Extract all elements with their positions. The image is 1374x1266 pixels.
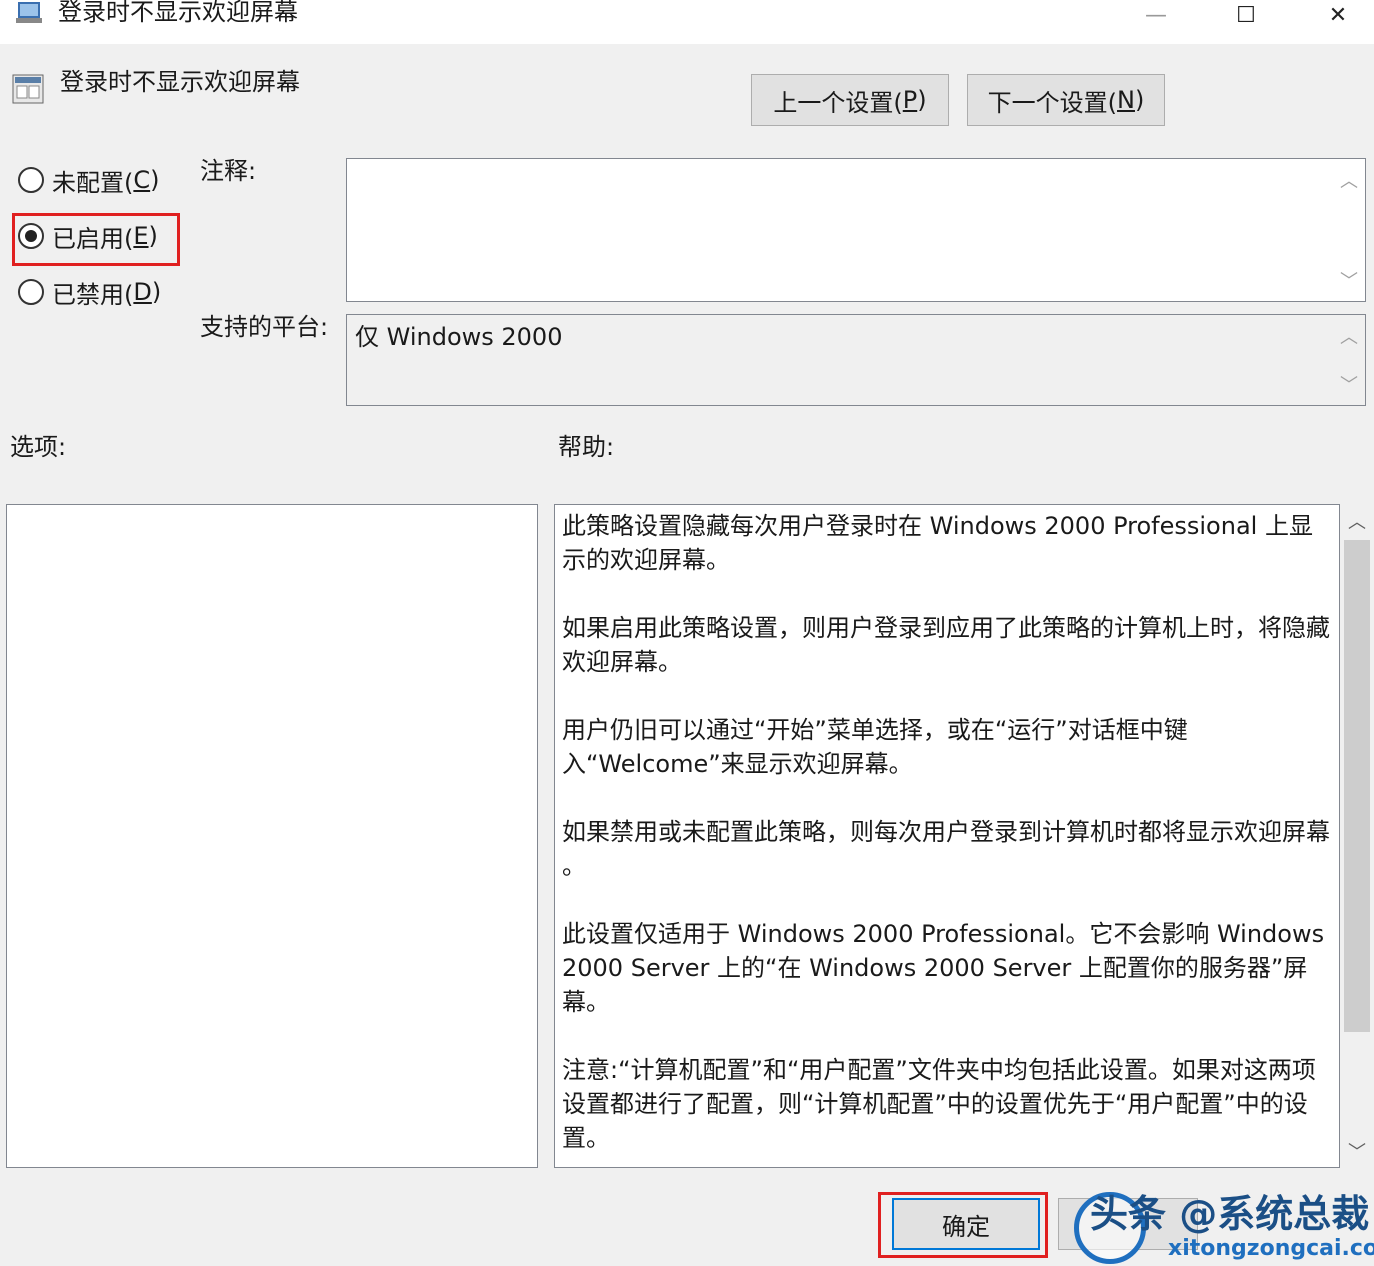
policy-setting-icon — [12, 74, 44, 104]
help-panel: 此策略设置隐藏每次用户登录时在 Windows 2000 Professiona… — [554, 504, 1340, 1168]
close-icon: ✕ — [1328, 2, 1348, 28]
ok-button-label: 确定 — [942, 1212, 990, 1241]
ok-button[interactable]: 确定 — [892, 1198, 1040, 1250]
scrollbar-thumb[interactable] — [1344, 540, 1370, 1032]
radio-circle[interactable] — [18, 167, 44, 193]
radio-enabled[interactable]: 已启用(E) — [18, 216, 158, 256]
radio-label-end: ) — [150, 166, 160, 194]
radio-dot — [25, 230, 37, 242]
comment-textarea[interactable]: ︿ ﹀ — [346, 158, 1366, 302]
next-setting-accesskey: N — [1117, 86, 1135, 114]
next-setting-button[interactable]: 下一个设置(N) — [967, 74, 1165, 126]
previous-setting-label-end: ) — [917, 86, 927, 114]
help-paragraph: 此设置仅适用于 Windows 2000 Professional。它不会影响 … — [562, 920, 1332, 1016]
maximize-icon: ☐ — [1236, 2, 1256, 28]
comment-label: 注释: — [200, 157, 257, 185]
previous-setting-label: 上一个设置( — [773, 88, 903, 117]
radio-label-end: ) — [148, 222, 158, 250]
radio-label: 已禁用( — [52, 280, 134, 309]
scroll-up-icon[interactable]: ︿ — [1342, 504, 1372, 538]
comment-scrollbar[interactable]: ︿ ﹀ — [1333, 159, 1365, 301]
help-label: 帮助: — [558, 433, 615, 461]
minimize-button[interactable]: — — [1110, 0, 1202, 30]
previous-setting-button[interactable]: 上一个设置(P) — [751, 74, 949, 126]
help-paragraph: 注意:“计算机配置”和“用户配置”文件夹中均包括此设置。如果对这两项设置都进行了… — [562, 1056, 1316, 1152]
radio-label: 已启用( — [52, 224, 134, 253]
window-title: 登录时不显示欢迎屏幕 — [58, 0, 298, 26]
watermark-text: 头条 @系统总裁 — [1090, 1192, 1370, 1236]
radio-accesskey: E — [133, 222, 149, 250]
platform-box: 仅 Windows 2000 ︿ ﹀ — [346, 314, 1366, 406]
radio-label: 未配置( — [52, 168, 134, 197]
help-paragraph: 此策略设置隐藏每次用户登录时在 Windows 2000 Professiona… — [562, 512, 1313, 574]
options-label: 选项: — [10, 433, 67, 461]
scroll-down-icon[interactable]: ﹀ — [1340, 371, 1358, 397]
help-scrollbar[interactable]: ︿ ﹀ — [1342, 504, 1372, 1168]
close-button[interactable]: ✕ — [1292, 0, 1374, 30]
next-setting-label-end: ) — [1134, 86, 1145, 114]
policy-app-icon — [16, 2, 42, 23]
policy-title: 登录时不显示欢迎屏幕 — [60, 68, 300, 96]
radio-accesskey: C — [133, 166, 151, 194]
maximize-button[interactable]: ☐ — [1200, 0, 1292, 30]
radio-accesskey: D — [133, 278, 152, 306]
help-paragraph: 如果启用此策略设置，则用户登录到应用了此策略的计算机上时，将隐藏欢迎屏幕。 — [562, 614, 1330, 676]
radio-not-configured[interactable]: 未配置(C) — [18, 160, 160, 200]
watermark-subtext: xitongzongcai.com — [1168, 1236, 1374, 1261]
platform-scrollbar[interactable]: ︿ ﹀ — [1333, 315, 1365, 405]
next-setting-label: 下一个设置( — [987, 88, 1118, 117]
platform-label: 支持的平台: — [200, 313, 329, 341]
scroll-up-icon[interactable]: ︿ — [1340, 167, 1358, 193]
platform-value: 仅 Windows 2000 — [355, 323, 563, 351]
radio-label-end: ) — [151, 278, 162, 306]
previous-setting-accesskey: P — [902, 86, 918, 114]
scroll-down-icon[interactable]: ﹀ — [1340, 267, 1358, 293]
help-paragraph: 如果禁用或未配置此策略，则每次用户登录到计算机时都将显示欢迎屏幕 。 — [562, 818, 1330, 880]
radio-circle-selected[interactable] — [18, 223, 44, 249]
scroll-down-icon[interactable]: ﹀ — [1342, 1134, 1372, 1168]
scroll-up-icon[interactable]: ︿ — [1340, 323, 1358, 349]
radio-circle[interactable] — [18, 279, 44, 305]
help-paragraph: 用户仍旧可以通过“开始”菜单选择，或在“运行”对话框中键 入“Welcome”来… — [562, 716, 1188, 778]
help-text: 此策略设置隐藏每次用户登录时在 Windows 2000 Professiona… — [555, 505, 1339, 1155]
radio-disabled[interactable]: 已禁用(D) — [18, 272, 161, 312]
options-panel — [6, 504, 538, 1168]
minimize-icon: — — [1145, 2, 1167, 28]
